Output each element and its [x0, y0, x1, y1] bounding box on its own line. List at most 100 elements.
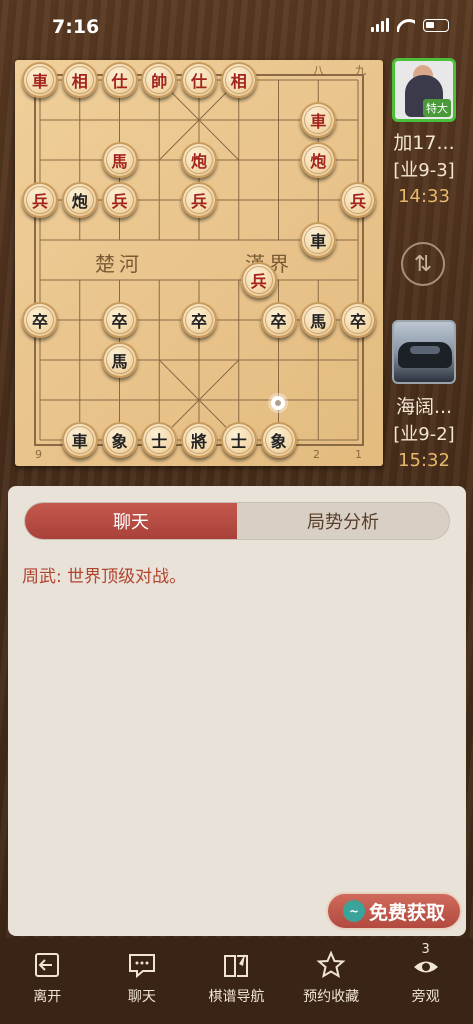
free-get-label: 免费获取 — [368, 901, 445, 924]
piece-char: 馬 — [111, 152, 128, 171]
piece-char: 兵 — [31, 192, 48, 211]
piece-char: 馬 — [310, 312, 327, 331]
chess-piece[interactable]: 車 — [22, 62, 58, 98]
chess-piece[interactable]: 兵 — [340, 182, 376, 218]
nav-leave-label: 离开 — [33, 989, 62, 1005]
last-move-marker — [271, 396, 285, 410]
chess-piece[interactable]: 卒 — [22, 302, 58, 338]
piece-char: 帥 — [151, 72, 168, 91]
piece-char: 卒 — [31, 312, 48, 331]
nav-favorite[interactable]: 预约收藏 — [284, 938, 379, 1024]
bottom-player-time: 15:32 — [398, 450, 450, 471]
star-icon — [316, 950, 346, 979]
river-text-left: 楚河 — [95, 252, 143, 276]
piece-char: 兵 — [250, 272, 267, 291]
bottom-player-name: 海阔... — [395, 396, 453, 418]
coord-bottom-1: 1 — [355, 448, 362, 461]
chess-piece[interactable]: 車 — [300, 222, 337, 258]
tab-analysis[interactable]: 局势分析 — [237, 503, 449, 539]
chess-piece[interactable]: 馬 — [300, 302, 337, 338]
chess-piece[interactable]: 將 — [181, 422, 217, 458]
piece-char: 炮 — [190, 152, 207, 171]
chess-piece[interactable]: 相 — [220, 62, 257, 98]
wifi-icon — [397, 18, 415, 32]
chess-piece[interactable]: 卒 — [260, 302, 297, 338]
chess-piece[interactable]: 相 — [61, 62, 98, 98]
chess-piece[interactable]: 兵 — [101, 182, 138, 218]
piece-char: 卒 — [349, 312, 366, 331]
piece-char: 車 — [71, 432, 88, 451]
status-time: 7:16 — [52, 16, 100, 38]
avatar-badge: 特大 — [423, 99, 451, 117]
piece-char: 馬 — [111, 352, 128, 371]
chess-piece[interactable]: 車 — [61, 422, 98, 458]
piece-char: 仕 — [190, 72, 207, 91]
chat-panel: 聊天 局势分析 周武: 世界顶级对战。 ~ 免费获取 — [8, 486, 466, 936]
watch-count-badge: 3 — [421, 942, 430, 957]
chess-piece[interactable]: 仕 — [181, 62, 217, 98]
status-icons — [371, 18, 449, 32]
nav-leave[interactable]: 离开 — [0, 938, 95, 1024]
chess-piece[interactable]: 兵 — [240, 262, 277, 298]
top-player-avatar[interactable]: 特大 — [392, 58, 456, 122]
chat-message: 周武: 世界顶级对战。 — [22, 567, 187, 587]
piece-char: 車 — [310, 112, 327, 131]
tab-chat[interactable]: 聊天 — [25, 503, 237, 539]
chess-piece[interactable]: 車 — [300, 102, 337, 138]
piece-char: 相 — [71, 72, 88, 91]
chess-piece[interactable]: 馬 — [101, 142, 138, 178]
piece-char: 相 — [230, 72, 247, 91]
chess-piece[interactable]: 兵 — [181, 182, 217, 218]
piece-char: 兵 — [349, 192, 366, 211]
chess-piece[interactable]: 炮 — [61, 182, 98, 218]
chess-board[interactable]: 一 八 九 9 2 1 楚河 漢界 車相仕帥仕相車馬炮炮兵炮兵兵兵車兵卒卒卒卒馬… — [15, 60, 383, 466]
piece-char: 車 — [310, 232, 327, 251]
piece-char: 卒 — [111, 312, 128, 331]
nav-chat[interactable]: 聊天 — [95, 938, 190, 1024]
chess-piece[interactable]: 卒 — [340, 302, 376, 338]
chess-piece[interactable]: 仕 — [101, 62, 138, 98]
bottom-player-rank: [业9-2] — [393, 424, 455, 445]
piece-char: 士 — [230, 432, 247, 451]
piece-char: 炮 — [310, 152, 327, 171]
nav-book[interactable]: 棋谱导航 — [189, 938, 284, 1024]
pulse-icon: ~ — [342, 900, 365, 922]
chess-piece[interactable]: 卒 — [181, 302, 217, 338]
chess-piece[interactable]: 卒 — [101, 302, 138, 338]
piece-char: 兵 — [190, 192, 207, 211]
piece-char: 將 — [190, 432, 207, 451]
nav-book-label: 棋谱导航 — [208, 989, 265, 1005]
swap-arrows-icon[interactable]: ⇅ — [401, 242, 445, 286]
chess-piece[interactable]: 士 — [220, 422, 257, 458]
chess-piece[interactable]: 象 — [101, 422, 138, 458]
piece-char: 象 — [111, 432, 128, 451]
free-get-button[interactable]: ~ 免费获取 — [326, 892, 462, 930]
chess-piece[interactable]: 象 — [260, 422, 297, 458]
top-player-time: 14:33 — [398, 186, 450, 207]
nav-watch[interactable]: 3 旁观 — [378, 938, 473, 1024]
piece-char: 兵 — [111, 192, 128, 211]
piece-char: 車 — [31, 72, 48, 91]
piece-char: 炮 — [71, 192, 88, 211]
nav-chat-label: 聊天 — [127, 989, 156, 1005]
piece-char: 象 — [270, 432, 287, 451]
book-nav-icon — [224, 954, 249, 977]
bottom-nav: 离开 聊天 棋谱导航 预约收藏 3 旁观 — [0, 938, 473, 1024]
coord-top-8: 八 — [313, 64, 324, 77]
chess-piece[interactable]: 兵 — [22, 182, 58, 218]
chess-piece[interactable]: 炮 — [181, 142, 217, 178]
chess-piece[interactable]: 士 — [141, 422, 178, 458]
chess-piece[interactable]: 馬 — [101, 342, 138, 378]
battery-icon — [423, 18, 449, 32]
piece-char: 卒 — [190, 312, 207, 331]
signal-icon — [371, 18, 389, 32]
coord-bottom-2: 2 — [313, 448, 320, 461]
piece-char: 卒 — [270, 312, 287, 331]
chess-piece[interactable]: 帥 — [141, 62, 178, 98]
exit-icon — [35, 953, 60, 977]
top-player-name: 加17... — [393, 132, 455, 154]
nav-favorite-label: 预约收藏 — [303, 989, 360, 1005]
coord-bottom-9: 9 — [35, 448, 42, 461]
chess-piece[interactable]: 炮 — [300, 142, 337, 178]
bottom-player-avatar[interactable] — [392, 320, 456, 384]
